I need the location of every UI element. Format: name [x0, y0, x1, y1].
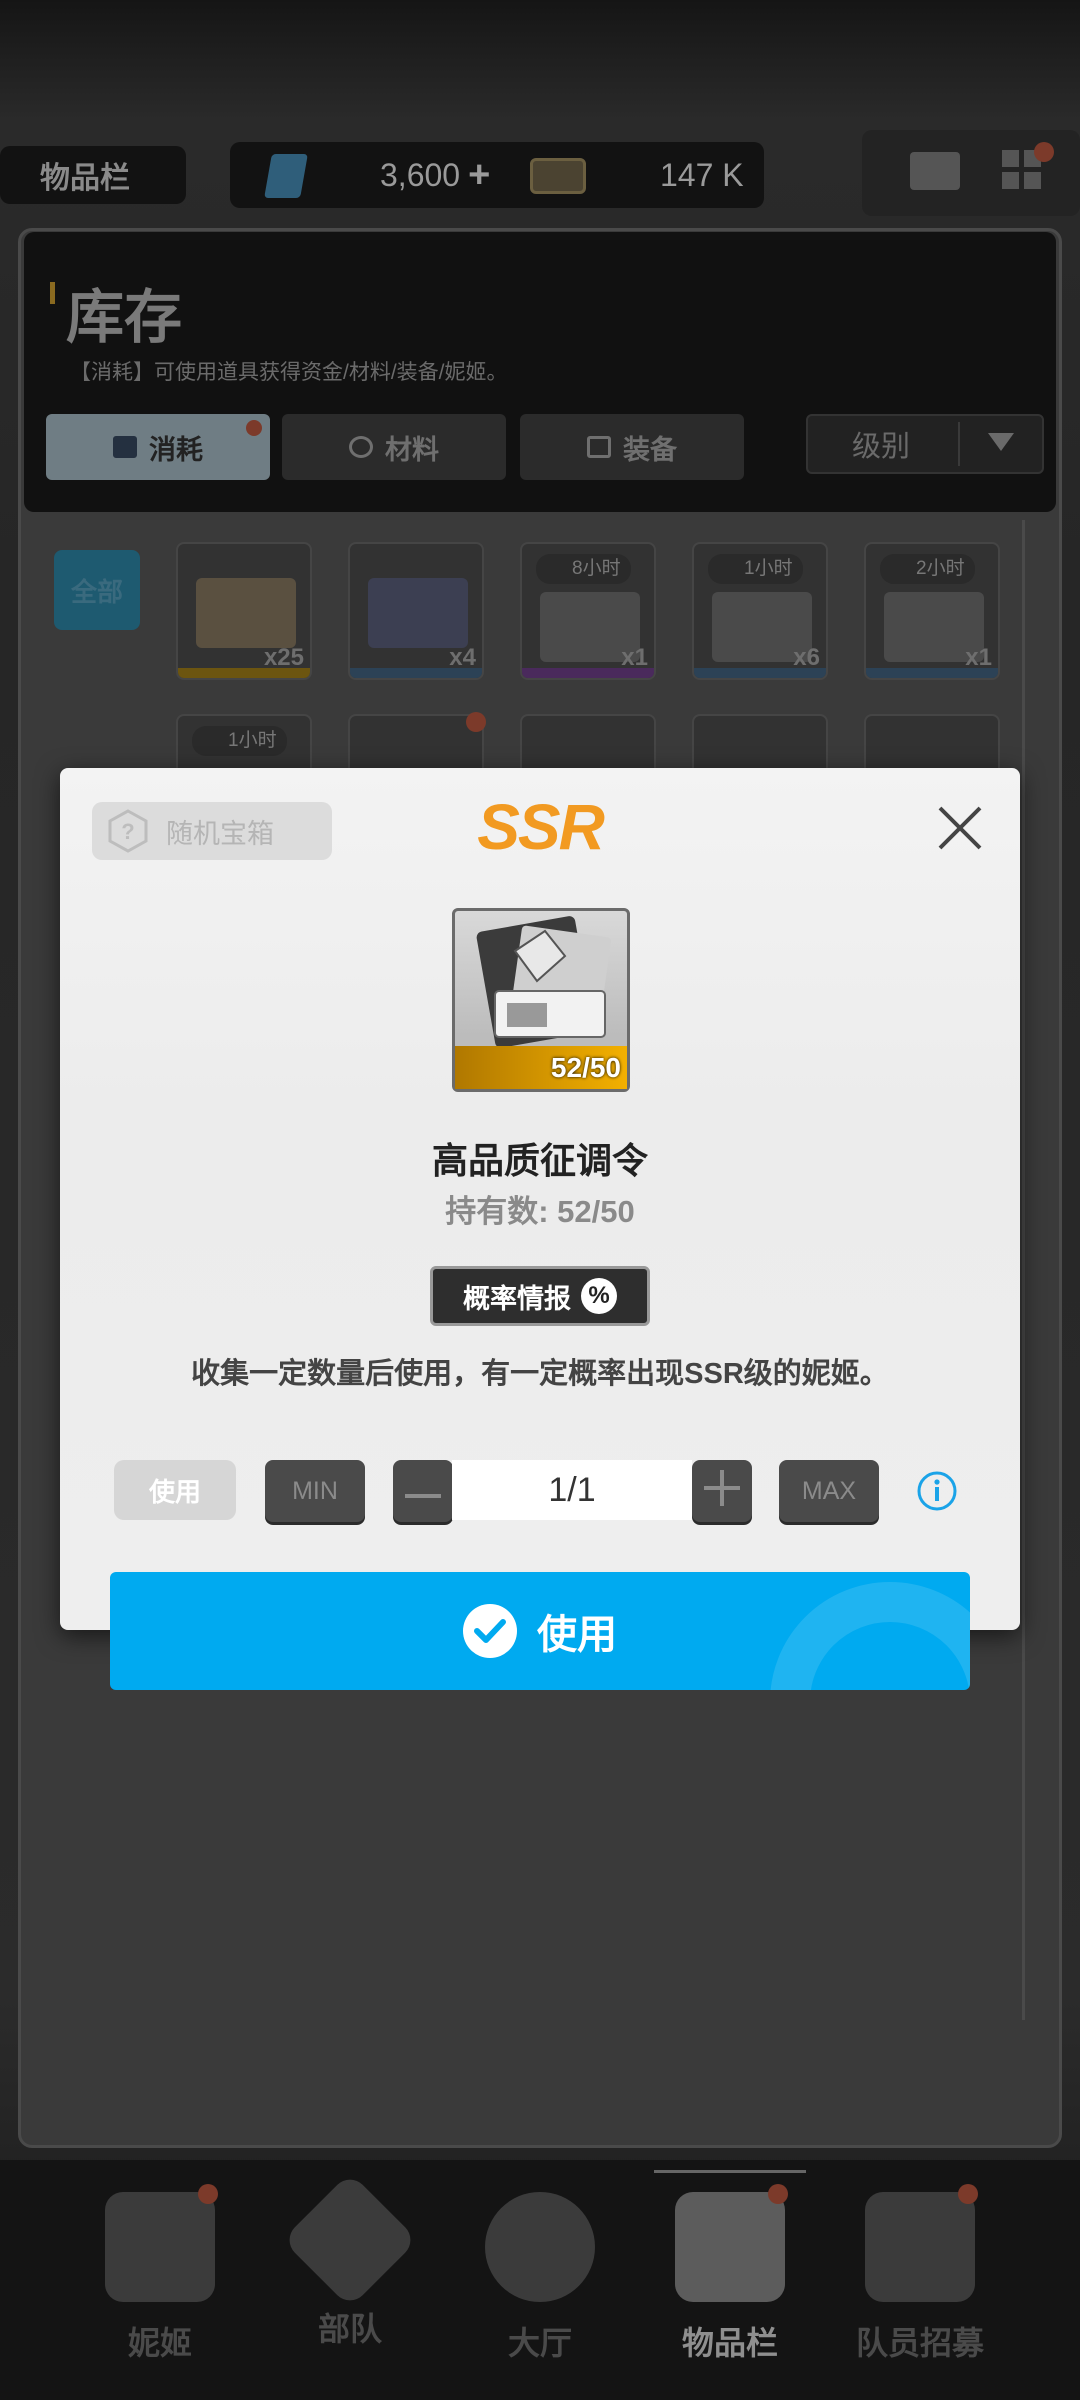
- tab-consumables[interactable]: 消耗: [46, 414, 270, 480]
- item-description: 收集一定数量后使用，有一定概率出现SSR级的妮姬。: [191, 1358, 889, 1390]
- item-slot[interactable]: 2小时 x1: [864, 542, 1000, 680]
- inventory-chip: 物品栏: [0, 146, 186, 204]
- credit-icon: [530, 158, 586, 194]
- recruit-ticket-icon: [476, 916, 612, 1048]
- category-chip: ? 随机宝箱: [92, 802, 332, 860]
- percent-icon: %: [581, 1278, 617, 1314]
- duration-tag: 1小时: [708, 554, 803, 584]
- vest-icon: [587, 436, 611, 458]
- notification-dot: [1034, 142, 1054, 162]
- duration-tag: 2小时: [880, 554, 975, 584]
- lobby-icon: [485, 2192, 595, 2302]
- header-accent: [50, 282, 55, 304]
- crate-icon: [368, 578, 468, 648]
- gem-amount[interactable]: 3,600 +: [380, 152, 490, 198]
- item-name: 高品质征调令: [431, 1140, 648, 1181]
- active-indicator: [654, 2170, 806, 2173]
- inventory-label: 物品栏: [40, 162, 130, 195]
- min-label: MIN: [292, 1476, 338, 1505]
- check-icon: [463, 1604, 517, 1658]
- duration-tag: 8小时: [536, 554, 631, 584]
- notification-dot: [198, 2184, 218, 2204]
- notification-dot: [466, 712, 486, 732]
- mail-icon[interactable]: [910, 152, 960, 190]
- notification-dot: [768, 2184, 788, 2204]
- item-qty: x6: [793, 644, 820, 671]
- probability-label: 概率情报: [463, 1283, 571, 1314]
- use-button[interactable]: 使用: [110, 1572, 970, 1690]
- decrease-button[interactable]: [393, 1460, 453, 1522]
- nav-lobby[interactable]: 大厅: [440, 2180, 640, 2380]
- decor-arc: [770, 1582, 970, 1690]
- scrollbar[interactable]: [1022, 520, 1025, 2020]
- item-slot[interactable]: x4: [348, 542, 484, 680]
- quantity-field[interactable]: 1/1: [452, 1460, 692, 1520]
- sort-dropdown[interactable]: 级别: [806, 414, 1044, 474]
- item-count-badge: 52/50: [550, 1052, 621, 1083]
- nav-nikke[interactable]: 妮姬: [60, 2180, 260, 2380]
- recruit-icon: [865, 2192, 975, 2302]
- item-slot[interactable]: 8小时 x1: [520, 542, 656, 680]
- sort-divider: [958, 422, 961, 466]
- item-slot[interactable]: x25: [176, 542, 312, 680]
- nikke-icon: [105, 2192, 215, 2302]
- consumable-icon: [113, 436, 137, 458]
- nav-inventory[interactable]: 物品栏: [630, 2170, 830, 2380]
- item-held-count: 持有数: 52/50: [445, 1194, 635, 1229]
- nav-squad[interactable]: 部队: [250, 2172, 450, 2380]
- question-hexagon-icon: ?: [108, 809, 148, 853]
- item-qty: x25: [263, 644, 304, 671]
- category-label: 随机宝箱: [166, 818, 274, 849]
- tab-label: 装备: [623, 434, 677, 465]
- item-qty: x1: [621, 644, 648, 671]
- info-icon[interactable]: [916, 1470, 958, 1512]
- nav-label: 物品栏: [681, 2325, 778, 2361]
- gem-count: 3,600: [380, 156, 461, 193]
- item-slot[interactable]: 1小时 x6: [692, 542, 828, 680]
- nav-label: 部队: [317, 2311, 382, 2347]
- credit-amount: 147 K: [660, 157, 744, 193]
- sort-label: 级别: [852, 431, 911, 463]
- squad-icon: [282, 2172, 418, 2308]
- nav-label: 队员招募: [855, 2325, 984, 2361]
- crate-icon: [196, 578, 296, 648]
- notification-dot: [958, 2184, 978, 2204]
- rarity-label: SSR: [477, 791, 605, 863]
- item-qty: x4: [449, 644, 476, 671]
- filter-all-button[interactable]: 全部: [54, 550, 140, 630]
- use-button-label: 使用: [537, 1613, 617, 1657]
- close-icon[interactable]: [930, 798, 990, 858]
- vest-icon: [675, 2192, 785, 2302]
- nav-label: 妮姬: [127, 2325, 192, 2361]
- tab-equipment[interactable]: 装备: [520, 414, 744, 480]
- gem-plus-icon[interactable]: +: [468, 154, 490, 197]
- page-subtitle: 【消耗】可使用道具获得资金/材料/装备/妮姬。: [70, 361, 508, 384]
- duration-tag: 1小时: [192, 726, 287, 756]
- tab-notification-dot: [246, 420, 262, 436]
- increase-button[interactable]: [692, 1460, 752, 1522]
- item-qty: x1: [965, 644, 992, 671]
- use-label-chip: 使用: [114, 1460, 236, 1520]
- plus-icon: [704, 1469, 740, 1513]
- hexagon-icon: [349, 436, 373, 458]
- max-button[interactable]: MAX: [779, 1460, 879, 1522]
- page-title: 库存: [66, 285, 183, 350]
- probability-info-button[interactable]: 概率情报 %: [430, 1266, 650, 1326]
- nav-label: 大厅: [507, 2325, 572, 2361]
- chevron-down-icon: [988, 428, 1015, 461]
- tab-label: 消耗: [149, 434, 203, 465]
- nav-recruit[interactable]: 队员招募: [820, 2180, 1020, 2380]
- svg-text:?: ?: [121, 819, 134, 844]
- max-label: MAX: [801, 1476, 857, 1505]
- min-button[interactable]: MIN: [265, 1460, 365, 1522]
- tab-label: 材料: [385, 434, 439, 465]
- minus-icon: [405, 1477, 441, 1506]
- tab-materials[interactable]: 材料: [282, 414, 506, 480]
